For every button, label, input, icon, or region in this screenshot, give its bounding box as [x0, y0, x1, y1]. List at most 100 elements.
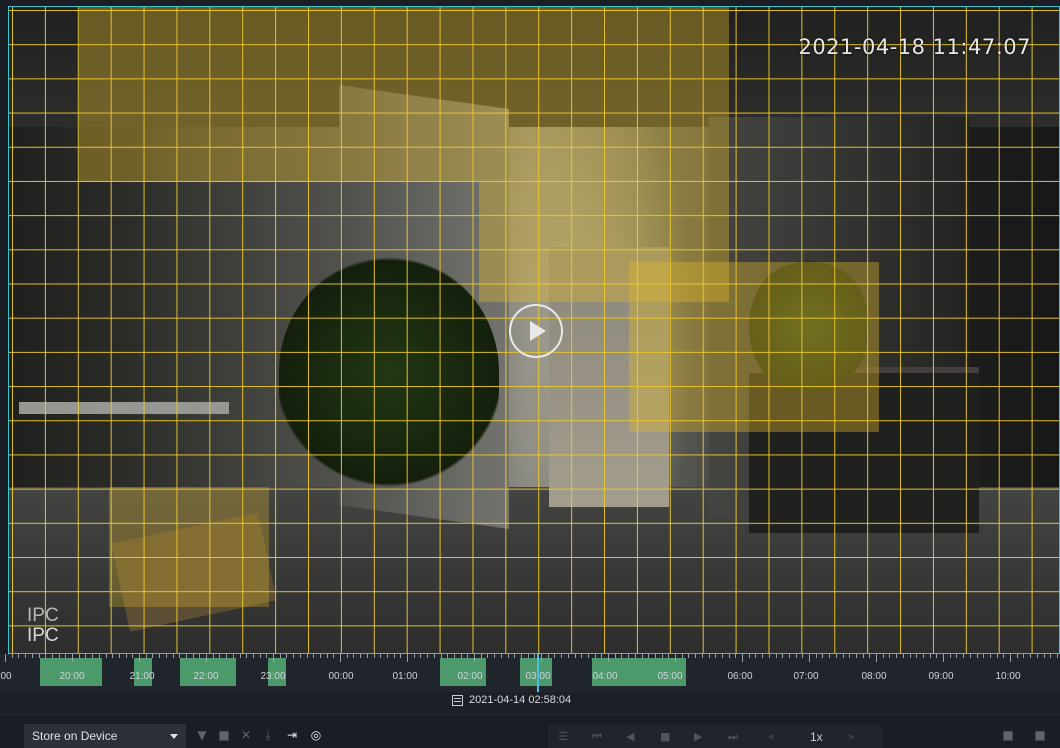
- timeline-tick: [480, 654, 482, 658]
- search-target-icon[interactable]: ◎: [310, 729, 322, 741]
- slow-icon[interactable]: «: [768, 730, 775, 743]
- timeline-tick: [366, 654, 368, 658]
- timeline-tick: [909, 654, 911, 658]
- timeline-tick: [1030, 654, 1032, 658]
- timeline-tick: [380, 654, 382, 658]
- timeline-tick: [896, 654, 898, 658]
- timeline-tick: [614, 654, 616, 658]
- timeline-tick: [453, 654, 455, 658]
- timeline-tick: [735, 654, 737, 658]
- timeline-label: 20:00: [59, 671, 85, 682]
- timeline-label: 07:00: [793, 671, 819, 682]
- timeline-tick: [145, 654, 147, 658]
- lock-icon[interactable]: ■: [1034, 729, 1046, 741]
- timeline-tick: [340, 654, 341, 662]
- timeline-tick: [527, 654, 529, 658]
- lock-icon[interactable]: ■: [1002, 729, 1014, 741]
- osd-label: IPC: [27, 605, 59, 626]
- skip-end-icon[interactable]: ⏭: [728, 730, 738, 744]
- download-icon[interactable]: ⤓: [262, 729, 274, 741]
- timeline-tick: [768, 654, 770, 658]
- timeline-tick: [219, 654, 221, 658]
- current-datetime-text: 2021-04-14 02:58:04: [469, 694, 572, 706]
- timeline-tick: [45, 654, 47, 658]
- timeline-tick: [581, 654, 583, 658]
- timeline-tick: [132, 654, 134, 658]
- timeline-tick: [829, 654, 831, 658]
- timeline-tick: [373, 654, 375, 658]
- timeline-tick: [440, 654, 442, 658]
- calendar-icon: [452, 694, 463, 706]
- timeline-tick: [708, 654, 710, 658]
- timeline-tick: [929, 654, 931, 658]
- stop-icon[interactable]: ■: [660, 730, 670, 743]
- timeline-tick: [922, 654, 924, 658]
- timeline-tick: [179, 654, 181, 658]
- timeline-tick: [286, 654, 288, 658]
- timeline-tick: [648, 654, 650, 658]
- timeline-tick: [782, 654, 784, 658]
- timeline-tick: [628, 654, 630, 658]
- timeline-tick: [159, 654, 161, 658]
- timeline-tick: [916, 654, 918, 658]
- speed-label[interactable]: 1x: [810, 730, 823, 744]
- playback-cursor[interactable]: [537, 654, 539, 692]
- play-button[interactable]: [509, 304, 563, 358]
- play-icon[interactable]: ▶: [694, 730, 702, 743]
- timeline-tick: [273, 654, 274, 662]
- timeline-tick: [902, 654, 904, 658]
- timeline-tick: [31, 654, 33, 658]
- timeline-tick: [876, 654, 877, 662]
- timeline-tick: [1016, 654, 1018, 658]
- timeline-tick: [353, 654, 355, 658]
- timeline-tick: [695, 654, 697, 658]
- timeline-label: 21:00: [129, 671, 155, 682]
- fast-icon[interactable]: »: [848, 730, 855, 743]
- timeline-tick: [541, 654, 542, 662]
- timeline-tick: [1023, 654, 1025, 658]
- timeline-tick: [58, 654, 60, 658]
- skip-start-icon[interactable]: ⏮: [592, 730, 602, 744]
- timeline-tick: [165, 654, 167, 658]
- timeline-tick: [1010, 654, 1011, 662]
- timeline-label: 01:00: [392, 671, 418, 682]
- timeline-tick: [460, 654, 462, 658]
- timeline-tick: [855, 654, 857, 658]
- timeline-tick: [507, 654, 509, 658]
- timeline-tick: [85, 654, 87, 658]
- step-back-icon[interactable]: ◀: [626, 730, 634, 743]
- timeline-tick: [266, 654, 268, 658]
- timeline-tick: [252, 654, 254, 658]
- list-icon[interactable]: ☰: [558, 730, 568, 743]
- timeline-tick: [701, 654, 703, 658]
- timeline-tick: [949, 654, 951, 658]
- timeline-tick: [762, 654, 764, 658]
- filter-icon[interactable]: ▼: [196, 729, 208, 741]
- timeline-tick: [112, 654, 114, 658]
- video-viewport[interactable]: 2021-04-18 11:47:07 IPC IPC: [8, 6, 1060, 654]
- recording-timeline[interactable]: 00 20:00 21:00 22:00 23:00 00:00 01:00 0…: [0, 654, 1060, 692]
- timeline-tick: [715, 654, 717, 658]
- current-datetime[interactable]: 2021-04-14 02:58:04: [452, 694, 571, 706]
- timeline-tick: [587, 654, 589, 658]
- timeline-tick: [239, 654, 241, 658]
- timeline-tick: [688, 654, 690, 658]
- lock-icon[interactable]: ■: [218, 729, 230, 741]
- timeline-tick: [976, 654, 978, 658]
- timeline-tick: [360, 654, 362, 658]
- timeline-tick: [25, 654, 27, 658]
- timeline-tick: [956, 654, 958, 658]
- timeline-tick: [567, 654, 569, 658]
- timeline-tick: [400, 654, 402, 658]
- timeline-label: 08:00: [861, 671, 887, 682]
- timeline-tick: [969, 654, 971, 658]
- storage-select[interactable]: Store on Device: [24, 724, 186, 748]
- timeline-tick: [815, 654, 817, 658]
- timeline-tick: [1003, 654, 1005, 658]
- scissors-icon[interactable]: ✕: [240, 729, 252, 741]
- timeline-tick: [634, 654, 636, 658]
- timeline-tick: [232, 654, 234, 658]
- timeline-tick: [192, 654, 194, 658]
- export-icon[interactable]: ⇥: [286, 729, 298, 741]
- timeline-tick: [882, 654, 884, 658]
